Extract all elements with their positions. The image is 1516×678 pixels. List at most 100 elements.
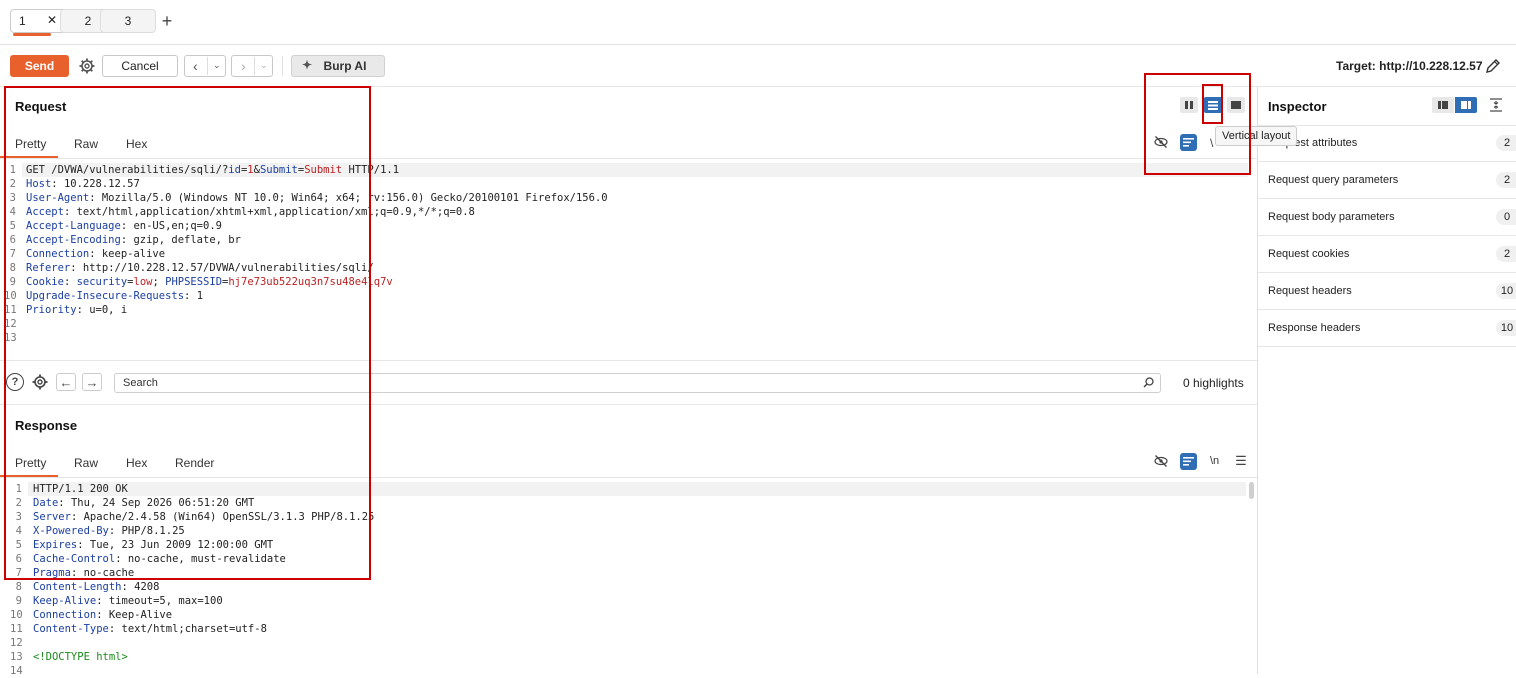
line-number: 1 bbox=[15, 483, 22, 495]
tab-1[interactable]: 1 ✕ bbox=[10, 9, 66, 36]
code-line[interactable]: User-Agent: Mozilla/5.0 (Windows NT 10.0… bbox=[26, 191, 608, 205]
chevron-down-icon[interactable]: ⌄ bbox=[260, 60, 268, 71]
tab-bar: 1 ✕ 2 3 + bbox=[0, 0, 1516, 45]
line-number: 5 bbox=[15, 539, 22, 551]
code-line[interactable]: Upgrade-Insecure-Requests: 1 bbox=[26, 289, 203, 303]
wrap-lines-icon[interactable] bbox=[1180, 453, 1197, 470]
cancel-button[interactable]: Cancel bbox=[102, 55, 178, 77]
chevron-down-icon[interactable]: ⌄ bbox=[213, 60, 221, 71]
request-title: Request bbox=[15, 99, 67, 114]
line-number: 4 bbox=[15, 525, 22, 537]
inspector-row-count-badge: 2 bbox=[1496, 172, 1516, 188]
line-number: 11 bbox=[10, 623, 23, 635]
response-title: Response bbox=[15, 418, 78, 433]
edit-pencil-icon[interactable] bbox=[1483, 56, 1503, 76]
line-number: 3 bbox=[9, 192, 16, 204]
inspector-row[interactable]: Response headers 10 bbox=[1258, 311, 1516, 347]
inspector-row-count-badge: 2 bbox=[1496, 246, 1516, 262]
line-number: 7 bbox=[9, 248, 16, 260]
code-line[interactable]: GET /DVWA/vulnerabilities/sqli/?id=1&Sub… bbox=[26, 163, 399, 177]
send-button[interactable]: Send bbox=[10, 55, 69, 77]
code-line[interactable]: X-Powered-By: PHP/8.1.25 bbox=[33, 524, 185, 538]
search-settings-gear-icon[interactable] bbox=[31, 373, 49, 391]
forward-button[interactable]: › ⌄ bbox=[231, 55, 273, 77]
newline-toggle-partial[interactable]: \ bbox=[1210, 136, 1213, 150]
inspector-collapsed-icon[interactable] bbox=[1432, 97, 1454, 113]
inspector-row[interactable]: Request headers 10 bbox=[1258, 274, 1516, 310]
request-tabs-border bbox=[0, 158, 1257, 159]
chevron-right-icon: › bbox=[241, 58, 246, 74]
code-line[interactable]: Keep-Alive: timeout=5, max=100 bbox=[33, 594, 223, 608]
response-tab-pretty[interactable]: Pretty bbox=[15, 456, 46, 470]
request-tab-hex[interactable]: Hex bbox=[126, 137, 147, 151]
code-line[interactable]: Cache-Control: no-cache, must-revalidate bbox=[33, 552, 286, 566]
code-line[interactable]: Accept-Language: en-US,en;q=0.9 bbox=[26, 219, 222, 233]
line-number: 6 bbox=[15, 553, 22, 565]
response-tab-render[interactable]: Render bbox=[175, 456, 214, 470]
wrap-lines-icon[interactable] bbox=[1180, 134, 1197, 151]
menu-icon[interactable]: ☰ bbox=[1233, 453, 1249, 469]
burp-ai-button[interactable]: ✦ Burp AI bbox=[291, 55, 385, 77]
target-label: Target: http://10.228.12.57 bbox=[1336, 59, 1483, 73]
inspector-row-label: Request body parameters bbox=[1268, 211, 1395, 223]
settings-gear-icon[interactable] bbox=[77, 56, 97, 76]
request-tab-raw[interactable]: Raw bbox=[74, 137, 98, 151]
response-tabs-border bbox=[0, 477, 1257, 478]
code-line[interactable]: Content-Length: 4208 bbox=[33, 580, 159, 594]
code-line[interactable]: Content-Type: text/html;charset=utf-8 bbox=[33, 622, 267, 636]
response-tab-hex[interactable]: Hex bbox=[126, 456, 147, 470]
inspector-row[interactable]: Request body parameters 0 bbox=[1258, 200, 1516, 236]
inspector-collapse-all-icon[interactable] bbox=[1488, 97, 1504, 113]
tabbed-layout-icon[interactable] bbox=[1227, 97, 1245, 113]
line-number: 5 bbox=[9, 220, 16, 232]
code-line[interactable]: Connection: keep-alive bbox=[26, 247, 165, 261]
add-tab-icon[interactable]: + bbox=[158, 11, 176, 31]
toolbar-bottom-border bbox=[0, 86, 1516, 87]
search-input[interactable]: Search bbox=[114, 373, 1161, 393]
scrollbar-thumb[interactable] bbox=[1249, 482, 1254, 499]
line-number: 2 bbox=[15, 497, 22, 509]
line-number: 11 bbox=[4, 304, 17, 316]
help-icon[interactable]: ? bbox=[6, 373, 24, 391]
search-next-arrow-icon[interactable]: → bbox=[82, 373, 102, 391]
close-icon[interactable]: ✕ bbox=[47, 13, 57, 27]
code-line[interactable]: Pragma: no-cache bbox=[33, 566, 134, 580]
code-line[interactable]: Priority: u=0, i bbox=[26, 303, 127, 317]
back-button[interactable]: ‹ ⌄ bbox=[184, 55, 226, 77]
search-previous-arrow-icon[interactable]: ← bbox=[56, 373, 76, 391]
vertical-layout-icon[interactable] bbox=[1204, 97, 1222, 113]
inspector-row-label: Request query parameters bbox=[1268, 174, 1399, 186]
line-number: 8 bbox=[15, 581, 22, 593]
vertical-layout-tooltip: Vertical layout bbox=[1215, 126, 1298, 146]
code-line[interactable]: Connection: Keep-Alive bbox=[33, 608, 172, 622]
code-line[interactable]: Host: 10.228.12.57 bbox=[26, 177, 140, 191]
request-tab-pretty[interactable]: Pretty bbox=[15, 137, 46, 151]
hide-icon[interactable] bbox=[1153, 134, 1169, 150]
response-tab-raw[interactable]: Raw bbox=[74, 456, 98, 470]
split-horizontal-icon[interactable] bbox=[1180, 97, 1198, 113]
code-line[interactable]: <!DOCTYPE html> bbox=[33, 650, 128, 664]
inspector-row-count-badge: 2 bbox=[1496, 135, 1516, 151]
code-line[interactable]: Accept-Encoding: gzip, deflate, br bbox=[26, 233, 241, 247]
current-line-highlight bbox=[28, 482, 1246, 496]
line-number: 14 bbox=[10, 665, 23, 677]
line-number: 2 bbox=[9, 178, 16, 190]
inspector-row-label: Request headers bbox=[1268, 285, 1352, 297]
code-line[interactable]: Expires: Tue, 23 Jun 2009 12:00:00 GMT bbox=[33, 538, 273, 552]
hide-icon[interactable] bbox=[1153, 453, 1169, 469]
tab-3[interactable]: 3 bbox=[100, 9, 156, 33]
line-number: 10 bbox=[4, 290, 17, 302]
code-line[interactable]: HTTP/1.1 200 OK bbox=[33, 482, 128, 496]
code-line[interactable]: Server: Apache/2.4.58 (Win64) OpenSSL/3.… bbox=[33, 510, 374, 524]
code-line[interactable]: Referer: http://10.228.12.57/DVWA/vulner… bbox=[26, 261, 374, 275]
inspector-row[interactable]: Request cookies 2 bbox=[1258, 237, 1516, 273]
inspector-row-label: Request cookies bbox=[1268, 248, 1350, 260]
newline-toggle[interactable]: \n bbox=[1210, 455, 1219, 467]
tab-label: 2 bbox=[84, 14, 92, 28]
inspector-expanded-icon[interactable] bbox=[1455, 97, 1477, 113]
divider bbox=[207, 57, 208, 75]
code-line[interactable]: Cookie: security=low; PHPSESSID=hj7e73ub… bbox=[26, 275, 393, 289]
code-line[interactable]: Accept: text/html,application/xhtml+xml,… bbox=[26, 205, 475, 219]
inspector-row[interactable]: Request query parameters 2 bbox=[1258, 163, 1516, 199]
code-line[interactable]: Date: Thu, 24 Sep 2026 06:51:20 GMT bbox=[33, 496, 254, 510]
